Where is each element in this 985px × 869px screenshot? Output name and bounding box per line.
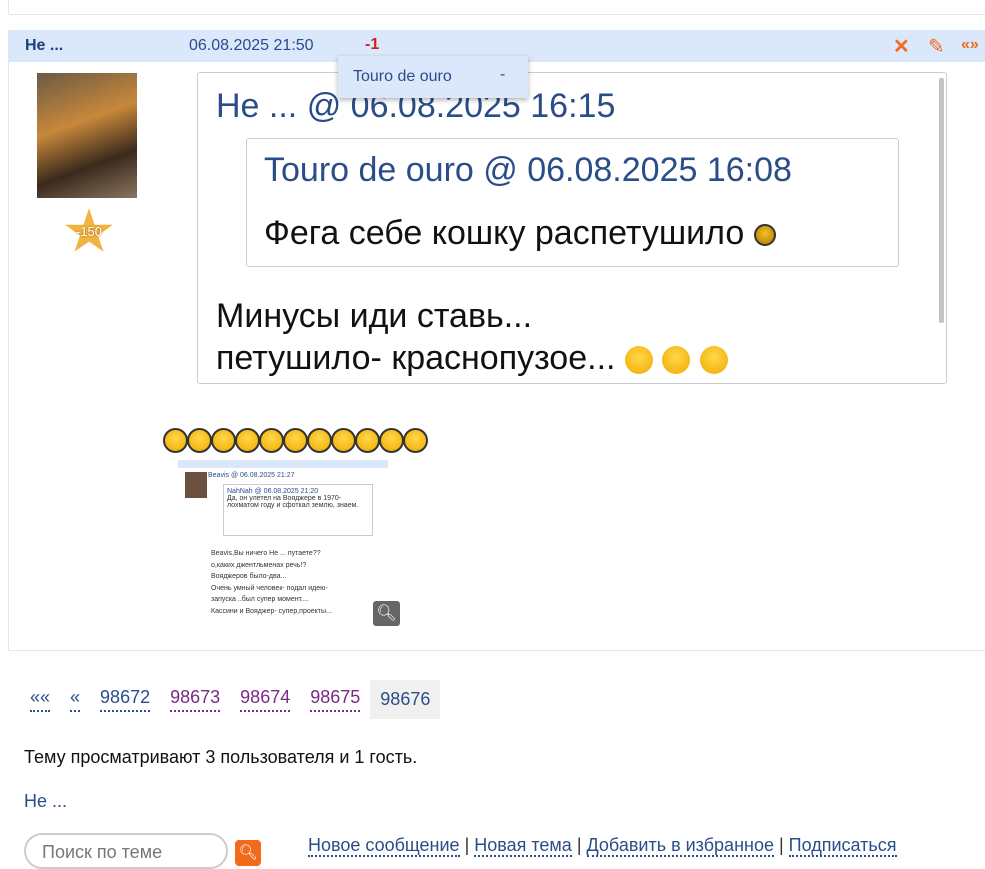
previous-post-box (8, 0, 985, 15)
thumb-nested-text: Да, он улетел на Вояджере в 1970-лохмато… (227, 495, 359, 509)
emoji-row (163, 428, 428, 453)
delete-icon[interactable]: ✕ (893, 34, 910, 59)
nested-quote-header[interactable]: Touro de ouro @ 06.08.2025 16:08 (264, 151, 792, 190)
zoom-magnifier-icon[interactable]: 🔍︎ (373, 601, 400, 626)
subscribe-link[interactable]: Подписаться (788, 835, 897, 857)
rofl-emoji-icon (662, 346, 691, 375)
laugh-emoji-icon (283, 428, 308, 453)
new-topic-link[interactable]: Новая тема (474, 835, 572, 857)
rofl-emoji-icon (624, 346, 653, 375)
quote-block: Не ... @ 06.08.2025 16:15 Touro de ouro … (197, 72, 947, 384)
viewers-text: Тему просматривают 3 пользователя и 1 го… (24, 747, 418, 767)
laugh-emoji-icon (753, 224, 776, 247)
laugh-emoji-icon (379, 428, 404, 453)
nested-quote: Touro de ouro @ 06.08.2025 16:08 Фега се… (246, 138, 899, 267)
edit-icon[interactable]: ✎ (928, 34, 945, 59)
thumb-line: Кассини и Вояджер- супер,проекты... (211, 607, 332, 615)
thumb-line: Очень умный человек- подал идею- (211, 584, 328, 592)
rating-user[interactable]: Touro de ouro (353, 68, 452, 85)
page-link[interactable]: 98673 (170, 687, 221, 712)
first-page-link[interactable]: «« (30, 687, 51, 712)
laugh-emoji-icon (259, 428, 284, 453)
laugh-emoji-icon (355, 428, 380, 453)
post-rating[interactable]: -1 (365, 36, 379, 54)
page-link[interactable]: 98675 (310, 687, 361, 712)
thumb-quote-header: Beavis @ 06.08.2025 21:27 (208, 472, 295, 479)
thumb-line: Вояджеров было-два... (211, 573, 287, 580)
search-button[interactable]: 🔍︎ (235, 840, 261, 866)
attached-image-thumbnail[interactable]: Beavis @ 06.08.2025 21:27 NahNah @ 06.08… (178, 458, 400, 626)
quote-icon[interactable]: «» (961, 36, 979, 54)
new-post-link[interactable]: Новое сообщение (308, 835, 460, 857)
topic-search-input[interactable]: Поиск по теме (24, 833, 228, 869)
laugh-emoji-icon (307, 428, 332, 453)
thumb-nested-header: NahNah @ 06.08.2025 21:20 (227, 488, 319, 495)
quote-line: Минусы иди ставь... (216, 297, 533, 335)
rating-value: - (500, 66, 506, 83)
thumb-line: Beavis,Вы ничего Не ... путаете?? (211, 550, 321, 557)
avatar[interactable] (37, 73, 137, 198)
viewer-user-link[interactable]: Не ... (24, 791, 67, 812)
add-favorite-link[interactable]: Добавить в избранное (586, 835, 774, 857)
prev-page-link[interactable]: « (70, 687, 81, 712)
thumb-line: запуска ..был супер момент.... (211, 596, 309, 603)
post-author[interactable]: Не ... (25, 37, 63, 55)
post-date[interactable]: 06.08.2025 21:50 (189, 37, 314, 55)
laugh-emoji-icon (235, 428, 260, 453)
rofl-emoji-icon (699, 346, 728, 375)
topic-actions: Новое сообщение | Новая тема | Добавить в из… (308, 835, 897, 857)
page-link[interactable]: 98672 (100, 687, 151, 712)
nested-quote-text: Фега себе кошку распетушило (264, 214, 745, 252)
rank-value: -150 (75, 224, 103, 239)
laugh-emoji-icon (211, 428, 236, 453)
page-link[interactable]: 98674 (240, 687, 291, 712)
laugh-emoji-icon (187, 428, 212, 453)
laugh-emoji-icon (403, 428, 428, 453)
current-page: 98676 (370, 679, 441, 719)
laugh-emoji-icon (163, 428, 188, 453)
pagination: «« « 98672 98673 98674 98675 98676 (30, 679, 441, 719)
thumb-line: о,каких джентльменах речь!? (211, 561, 307, 569)
quote-scrollbar[interactable] (939, 78, 944, 323)
rating-popup: Touro de ouro - (338, 56, 528, 98)
laugh-emoji-icon (331, 428, 356, 453)
quote-line: петушило- краснопузое... (216, 339, 616, 377)
